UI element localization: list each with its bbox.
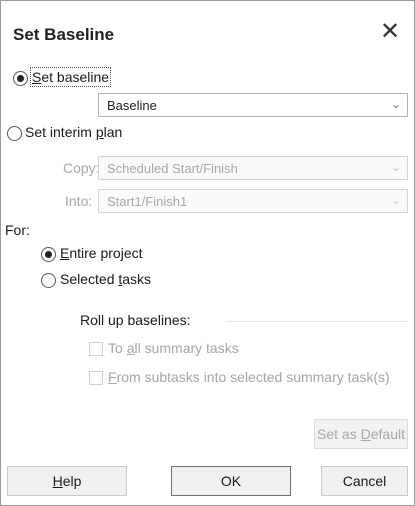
to-all-summary-label: To all summary tasks <box>108 340 239 356</box>
set-interim-rest: lan <box>103 124 123 140</box>
baseline-dropdown-value: Baseline <box>107 98 157 113</box>
title-bar: Set Baseline ✕ <box>1 1 414 65</box>
set-interim-plan-label[interactable]: Set interim plan <box>25 124 122 140</box>
set-as-default-button[interactable]: Set as Default <box>314 419 408 449</box>
from-sub-mnemonic: F <box>108 369 117 385</box>
cancel-button[interactable]: Cancel <box>321 466 408 496</box>
set-interim-plan-radio[interactable] <box>7 126 22 141</box>
from-sub-rest: rom subtasks into selected summary task(… <box>116 369 390 385</box>
set-baseline-label-rest: et baseline <box>41 69 110 85</box>
copy-dropdown-value: Scheduled Start/Finish <box>107 161 238 176</box>
help-button[interactable]: Help <box>7 466 127 496</box>
into-dropdown-value: Start1/Finish1 <box>107 194 188 209</box>
chevron-down-icon: ⌄ <box>390 193 401 207</box>
into-dropdown[interactable]: Start1/Finish1 ⌄ <box>98 189 408 213</box>
rollup-divider <box>227 321 407 322</box>
selected-tasks-label[interactable]: Selected tasks <box>60 271 151 287</box>
baseline-dropdown[interactable]: Baseline ⌄ <box>98 93 408 117</box>
into-label: Into: <box>65 193 93 209</box>
entire-project-radio[interactable] <box>41 247 56 262</box>
to-all-summary-checkbox[interactable] <box>89 342 103 356</box>
chevron-down-icon: ⌄ <box>390 97 401 111</box>
set-baseline-radio[interactable] <box>13 71 28 86</box>
set-interim-mnemonic: p <box>95 124 104 140</box>
entire-project-mnemonic: E <box>60 245 70 261</box>
to-all-rest: ll summary tasks <box>134 340 239 356</box>
chevron-down-icon: ⌄ <box>390 160 401 174</box>
copy-label: Copy: <box>63 160 100 176</box>
set-baseline-mnemonic: S <box>32 69 42 85</box>
selected-tasks-prefix: Selected <box>60 271 119 287</box>
set-baseline-dialog: Set Baseline ✕ Set baseline Baseline ⌄ S… <box>0 0 415 506</box>
for-label: For: <box>5 222 30 238</box>
close-icon[interactable]: ✕ <box>376 18 404 46</box>
set-interim-prefix: Set interim <box>25 124 96 140</box>
to-all-prefix: To <box>108 340 127 356</box>
selected-tasks-rest: asks <box>122 271 152 287</box>
set-default-mnemonic: D <box>360 426 371 442</box>
help-rest: elp <box>62 473 82 489</box>
dialog-title: Set Baseline <box>13 25 115 44</box>
entire-project-label[interactable]: Entire project <box>60 245 143 261</box>
ok-button[interactable]: OK <box>171 466 291 496</box>
roll-up-heading: Roll up baselines: <box>80 312 191 328</box>
set-baseline-label[interactable]: Set baseline <box>29 67 112 87</box>
copy-dropdown[interactable]: Scheduled Start/Finish ⌄ <box>98 156 408 180</box>
from-subtasks-checkbox[interactable] <box>89 371 103 385</box>
entire-project-rest: ntire project <box>69 245 143 261</box>
selected-tasks-radio[interactable] <box>41 273 56 288</box>
from-subtasks-label: From subtasks into selected summary task… <box>108 369 390 385</box>
help-mnemonic: H <box>52 473 63 489</box>
set-default-rest: efault <box>370 426 405 442</box>
set-default-prefix: Set as <box>317 426 361 442</box>
